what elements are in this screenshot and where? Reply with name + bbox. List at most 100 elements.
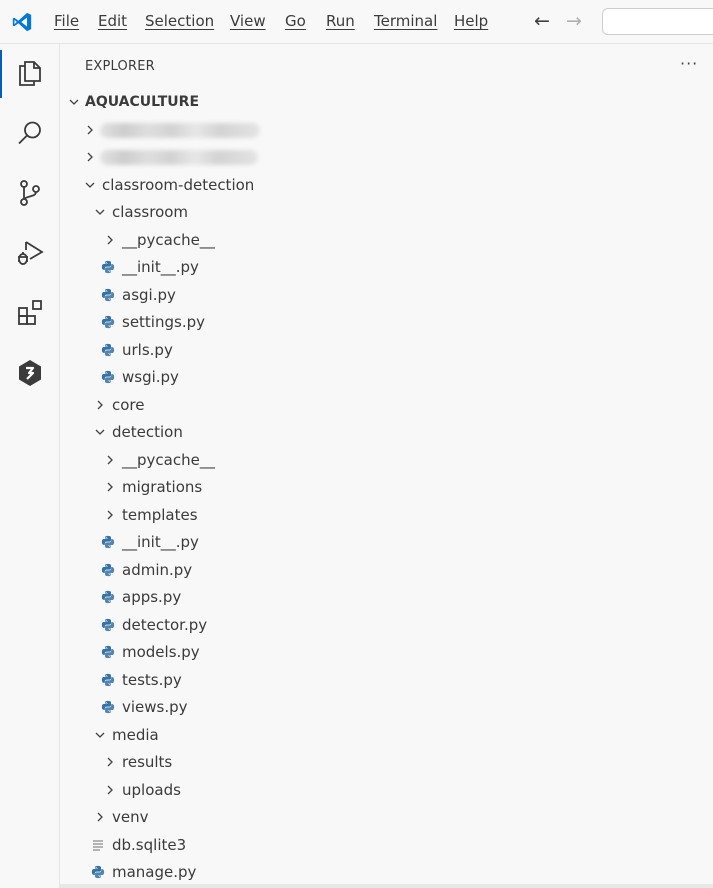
chevron-right-icon[interactable] (104, 454, 116, 466)
tree-item-label: detector.py (122, 615, 208, 634)
files-icon[interactable] (14, 57, 46, 89)
tree-item-label: results (122, 753, 173, 771)
tree-folder-uploads[interactable]: uploads (60, 778, 713, 802)
tree-item-label: models.py (122, 643, 200, 661)
tree-item-label: views.py (122, 698, 188, 716)
python-file-icon (101, 343, 115, 356)
tree-file-init-py[interactable]: __init__.py (60, 530, 713, 554)
active-indicator (0, 50, 2, 98)
menu-file[interactable]: File (54, 12, 79, 30)
activity-bar (0, 44, 60, 888)
chevron-down-icon[interactable] (94, 729, 106, 741)
source-control-icon[interactable] (14, 177, 46, 209)
chevron-down-icon[interactable] (94, 426, 106, 438)
menu-run[interactable]: Run (326, 12, 355, 30)
tree-item-label: tests.py (122, 670, 182, 689)
chevron-right-icon[interactable] (84, 124, 96, 136)
menu-terminal[interactable]: Terminal (374, 12, 437, 30)
chevron-right-icon[interactable] (94, 811, 106, 823)
text-file-icon (93, 839, 103, 851)
tree-folder-media[interactable]: media (60, 723, 713, 747)
menu-edit[interactable]: Edit (98, 12, 127, 30)
python-file-icon (101, 590, 115, 604)
tree-file-init-py[interactable]: __init__.py (60, 255, 713, 279)
menu-view[interactable]: View (230, 12, 266, 30)
tree-file-urls-py[interactable]: urls.py (60, 338, 713, 362)
title-bar: File Edit Selection View Go Run Terminal Help ←… (0, 0, 713, 44)
chevron-down-icon[interactable] (94, 206, 106, 218)
menu-selection[interactable]: Selection (145, 12, 214, 30)
tree-folder-core[interactable]: core (60, 393, 713, 417)
tree-folder-classroom[interactable]: classroom (60, 200, 713, 224)
tree-item-label: uploads (122, 780, 181, 799)
extension-hexagon-icon[interactable] (14, 357, 46, 389)
tree-file-tests-py[interactable]: tests.py (60, 668, 713, 692)
tree-item-label: migrations (122, 478, 203, 496)
tree-file-settings-py[interactable]: settings.py (60, 310, 713, 334)
extensions-icon[interactable] (14, 297, 46, 329)
tree-item-label: manage.py (112, 863, 197, 881)
tree-file-asgi-py[interactable]: asgi.py (60, 283, 713, 307)
chevron-down-icon[interactable] (84, 179, 96, 191)
menu-help[interactable]: Help (454, 12, 488, 30)
run-debug-icon[interactable] (14, 237, 46, 269)
tree-folder-redacted[interactable] (60, 118, 713, 142)
tree-item-label: admin.py (122, 560, 193, 579)
redacted-label (100, 150, 258, 165)
python-file-icon (91, 865, 105, 879)
python-file-icon (101, 370, 115, 384)
menu-go[interactable]: Go (285, 12, 306, 30)
tree-item-label: __init__.py (122, 533, 199, 551)
tree-folder-aquaculture[interactable]: AQUACULTURE (60, 90, 713, 114)
search-icon[interactable] (14, 117, 46, 149)
tree-file-wsgi-py[interactable]: wsgi.py (60, 365, 713, 389)
tree-file-detector-py[interactable]: detector.py (60, 613, 713, 637)
python-file-icon (101, 260, 115, 274)
tree-folder-venv[interactable]: venv (60, 805, 713, 829)
arrow-left-icon[interactable]: ← (534, 10, 550, 32)
python-file-icon (101, 618, 115, 631)
chevron-right-icon[interactable] (104, 234, 116, 246)
chevron-right-icon[interactable] (104, 756, 116, 768)
redacted-label (100, 122, 260, 138)
more-actions-icon[interactable]: ··· (680, 54, 698, 73)
tree-item-label: templates (122, 505, 198, 524)
tree-item-label: detection (112, 423, 183, 441)
tree-item-label: db.sqlite3 (112, 835, 187, 854)
python-file-icon (101, 645, 115, 659)
chevron-right-icon[interactable] (104, 784, 116, 796)
tree-folder-templates[interactable]: templates (60, 503, 713, 527)
python-file-icon (101, 315, 115, 329)
vscode-logo-icon (12, 12, 32, 32)
tree-folder-pycache[interactable]: __pycache__ (60, 228, 713, 252)
tree-folder-pycache[interactable]: __pycache__ (60, 448, 713, 472)
tree-item-label: core (112, 395, 145, 414)
tree-folder-migrations[interactable]: migrations (60, 475, 713, 499)
tree-item-label: media (112, 725, 159, 744)
chevron-right-icon[interactable] (104, 509, 116, 521)
python-file-icon (101, 535, 115, 549)
chevron-right-icon[interactable] (84, 151, 96, 163)
chevron-down-icon[interactable] (68, 96, 80, 108)
python-file-icon (101, 700, 115, 714)
tree-file-manage-py[interactable]: manage.py (60, 860, 713, 884)
tree-item-label: __pycache__ (122, 230, 215, 249)
tree-file-models-py[interactable]: models.py (60, 640, 713, 664)
tree-folder-redacted[interactable] (60, 145, 713, 169)
tree-file-apps-py[interactable]: apps.py (60, 585, 713, 609)
tree-item-label: apps.py (122, 588, 182, 606)
tree-file-views-py[interactable]: views.py (60, 695, 713, 719)
tree-item-label: __init__.py (122, 258, 199, 276)
tree-folder-detection[interactable]: detection (60, 420, 713, 444)
chevron-right-icon[interactable] (104, 481, 116, 493)
chevron-right-icon[interactable] (94, 399, 106, 411)
command-center-search[interactable] (602, 8, 713, 35)
arrow-right-icon[interactable]: → (566, 10, 582, 32)
tree-file-db-sqlite3[interactable]: db.sqlite3 (60, 833, 713, 857)
tree-folder-results[interactable]: results (60, 750, 713, 774)
tree-folder-classroom-detection[interactable]: classroom-detection (60, 173, 713, 197)
python-file-icon (101, 563, 115, 576)
tree-file-admin-py[interactable]: admin.py (60, 558, 713, 582)
python-file-icon (101, 288, 115, 301)
sidebar-bottom-edge (60, 884, 713, 888)
